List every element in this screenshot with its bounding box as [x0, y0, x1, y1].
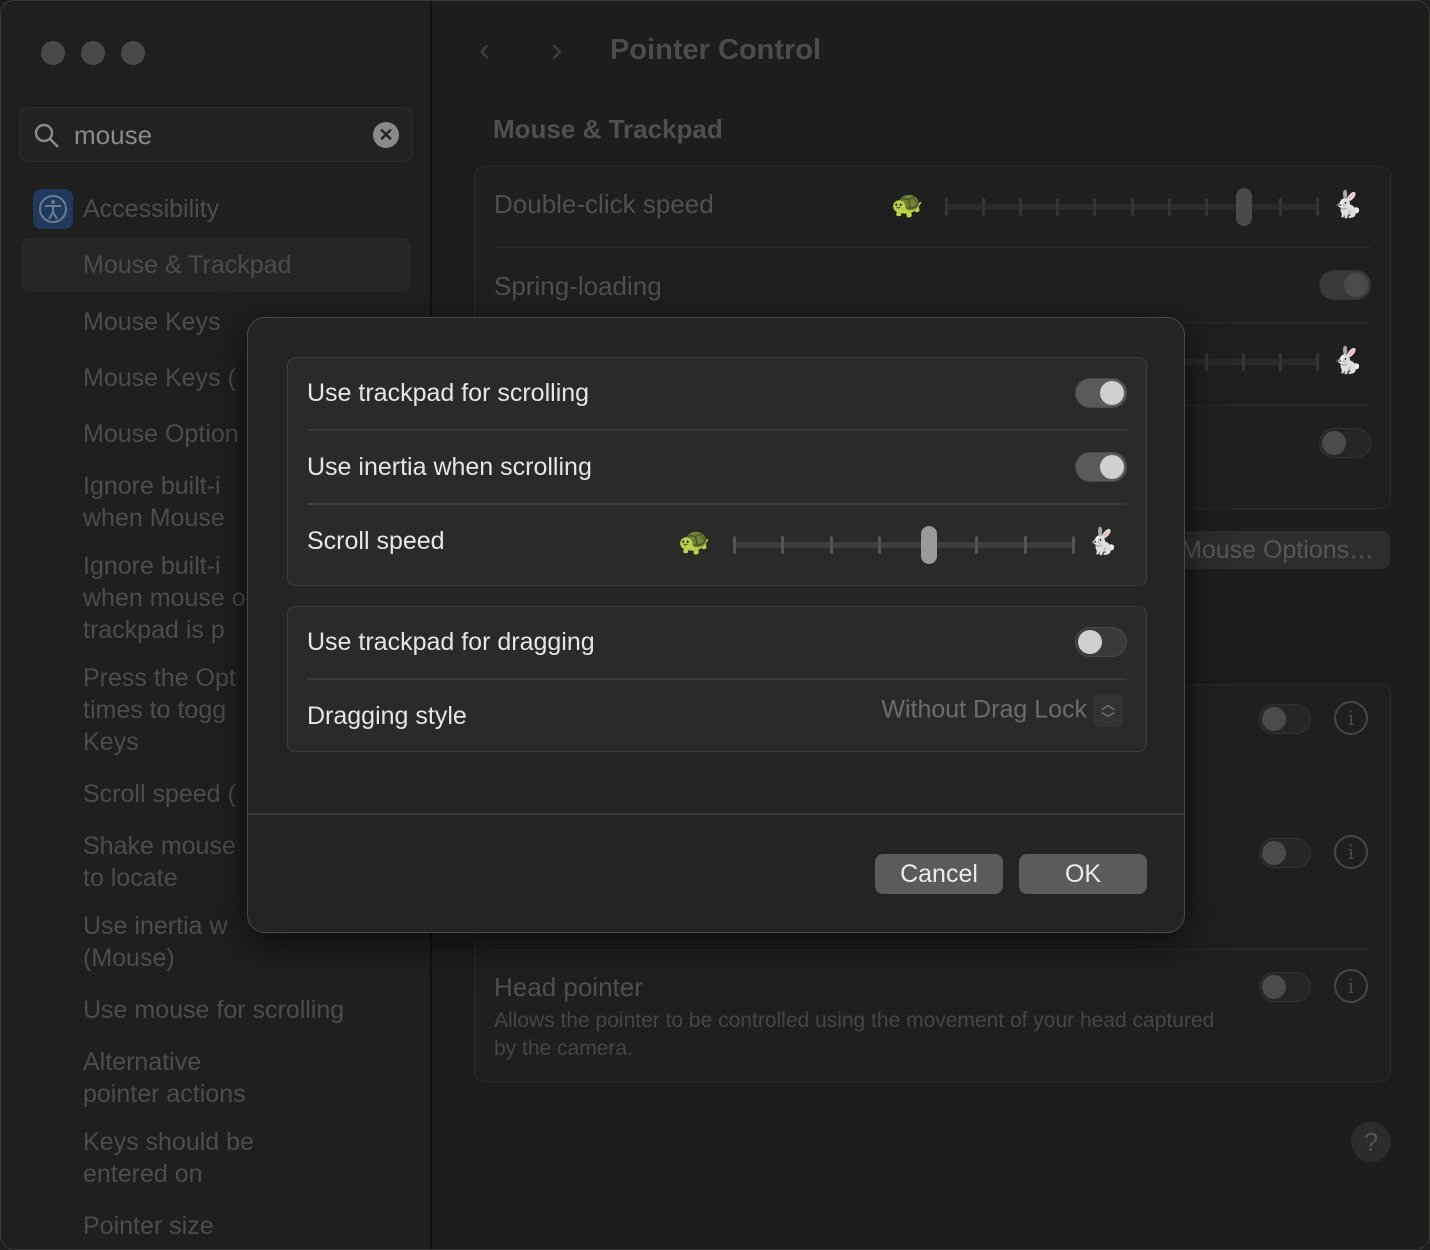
- cancel-button[interactable]: Cancel: [875, 854, 1003, 894]
- rabbit-icon: 🐇: [1086, 526, 1119, 556]
- turtle-icon: 🐢: [678, 526, 711, 556]
- scroll-speed-slider[interactable]: [733, 526, 1075, 564]
- search-icon: [34, 123, 59, 148]
- divider: [307, 503, 1127, 505]
- slider-tick: [1278, 198, 1282, 216]
- slider-tick: [829, 536, 833, 554]
- slider-tick: [982, 198, 986, 216]
- inertia-label: Use inertia when scrolling: [307, 453, 592, 481]
- slider-tick: [1316, 353, 1319, 371]
- slider-thumb[interactable]: [920, 526, 937, 564]
- dragging-toggle[interactable]: [1075, 627, 1127, 657]
- slider-tick: [878, 536, 882, 554]
- info-icon[interactable]: i: [1334, 835, 1368, 869]
- sidebar-category-accessibility[interactable]: Accessibility: [83, 193, 413, 225]
- minimize-window-button[interactable]: [81, 41, 105, 65]
- clear-search-icon[interactable]: ✕: [373, 122, 399, 148]
- sidebar-item[interactable]: Alternative pointer actions: [83, 1046, 413, 1110]
- rabbit-icon: 🐇: [1331, 345, 1364, 375]
- slider-tick: [1204, 198, 1208, 216]
- dragging-label: Use trackpad for dragging: [307, 628, 595, 656]
- zoom-window-button[interactable]: [121, 41, 145, 65]
- mouse-options-button[interactable]: Mouse Options…: [1181, 531, 1390, 569]
- slider-tick: [1241, 353, 1245, 371]
- scrolling-group: Use trackpad for scrolling Use inertia w…: [287, 357, 1147, 586]
- dragging-style-value: Without Drag Lock: [881, 695, 1087, 724]
- slider-tick: [1167, 198, 1171, 216]
- option-toggle[interactable]: [1259, 838, 1311, 868]
- slider-tick: [1056, 198, 1060, 216]
- up-down-chevron-icon: ︿ ﹀: [1093, 695, 1123, 727]
- accessibility-icon: [33, 189, 73, 229]
- sidebar-item[interactable]: Keys should be entered on: [83, 1126, 413, 1190]
- close-window-button[interactable]: [41, 41, 65, 65]
- sidebar-item[interactable]: Mouse & Trackpad: [83, 249, 413, 281]
- page-title: Pointer Control: [610, 34, 822, 66]
- search-field: ✕: [19, 107, 413, 162]
- option-toggle[interactable]: [1319, 428, 1371, 458]
- slider-tick: [733, 536, 736, 554]
- turtle-icon: 🐢: [891, 189, 924, 219]
- spring-loading-toggle[interactable]: [1319, 270, 1371, 300]
- dragging-style-label: Dragging style: [307, 702, 467, 730]
- divider: [248, 813, 1184, 815]
- help-button[interactable]: ?: [1351, 1122, 1391, 1162]
- slider-tick: [781, 536, 785, 554]
- info-icon[interactable]: i: [1334, 969, 1368, 1003]
- dragging-style-popup[interactable]: Without Drag Lock ︿ ﹀: [881, 695, 1123, 727]
- info-icon[interactable]: i: [1334, 701, 1368, 735]
- slider-tick: [1093, 198, 1097, 216]
- slider-tick: [945, 198, 948, 216]
- spring-loading-label: Spring-loading: [494, 271, 662, 301]
- double-click-speed-slider[interactable]: [945, 188, 1319, 226]
- section-title: Mouse & Trackpad: [493, 114, 723, 144]
- scroll-speed-label: Scroll speed: [307, 527, 445, 555]
- slider-tick: [1023, 536, 1027, 554]
- inertia-toggle[interactable]: [1075, 452, 1127, 482]
- trackpad-options-dialog: Use trackpad for scrolling Use inertia w…: [247, 317, 1185, 933]
- scrolling-toggle[interactable]: [1075, 378, 1127, 408]
- slider-thumb[interactable]: [1235, 188, 1252, 226]
- scrolling-label: Use trackpad for scrolling: [307, 379, 590, 407]
- slider-tick: [1130, 198, 1134, 216]
- ok-button[interactable]: OK: [1019, 854, 1147, 894]
- slider-tick: [1019, 198, 1023, 216]
- double-click-label: Double-click speed: [494, 189, 714, 219]
- back-arrow-icon[interactable]: ‹: [479, 31, 490, 70]
- slider-tick: [1072, 536, 1075, 554]
- forward-arrow-icon[interactable]: ›: [551, 31, 562, 70]
- divider: [307, 429, 1127, 431]
- slider-tick: [1278, 353, 1282, 371]
- slider-tick: [1316, 198, 1319, 216]
- slider-tick: [975, 536, 979, 554]
- divider: [494, 949, 1371, 950]
- divider: [494, 247, 1371, 248]
- head-pointer-label: Head pointer: [494, 972, 643, 1002]
- sidebar-item[interactable]: Pointer size: [83, 1210, 413, 1242]
- slider-tick: [1204, 353, 1208, 371]
- head-pointer-toggle[interactable]: [1259, 972, 1311, 1002]
- head-pointer-description: Allows the pointer to be controlled usin…: [494, 1009, 1215, 1060]
- search-input[interactable]: [74, 117, 364, 153]
- dragging-group: Use trackpad for dragging Dragging style…: [287, 606, 1147, 752]
- divider: [307, 678, 1127, 680]
- rabbit-icon: 🐇: [1331, 189, 1364, 219]
- sidebar-item[interactable]: Use mouse for scrolling: [83, 994, 413, 1026]
- option-toggle[interactable]: [1259, 704, 1311, 734]
